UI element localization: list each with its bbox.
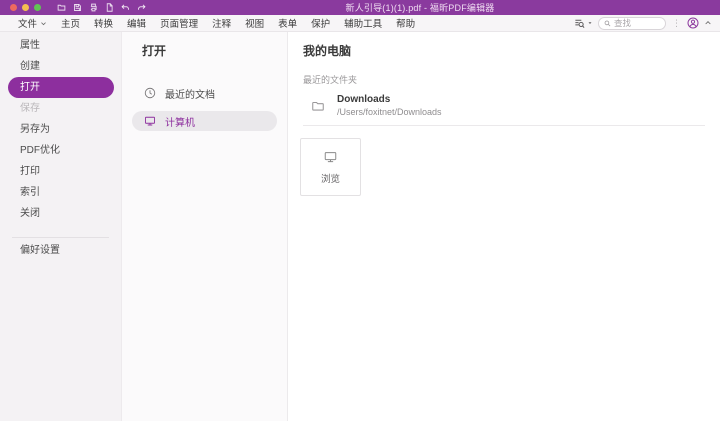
recent-folder-downloads[interactable]: Downloads /Users/foxitnet/Downloads [303,91,705,126]
computer-panel-title: 我的电脑 [303,42,706,59]
sidebar-item-open[interactable]: 打开 [8,77,114,98]
menu-convert[interactable]: 转换 [94,16,113,30]
menu-form[interactable]: 表单 [278,16,297,30]
search-icon [604,20,611,27]
folder-icon [310,99,326,113]
menu-file-label: 文件 [18,16,37,30]
menu-page-organize[interactable]: 页面管理 [160,16,198,30]
search-field[interactable] [598,17,666,30]
sidebar-item-pdf-optimize[interactable]: PDF优化 [0,140,121,161]
chevron-down-icon [40,20,47,27]
quick-access-toolbar [57,3,146,12]
new-document-icon[interactable] [105,3,114,12]
menu-view[interactable]: 视图 [245,16,264,30]
recent-folders-label: 最近的文件夹 [303,73,706,86]
file-sidebar: 属性 创建 打开 保存 另存为 PDF优化 打印 索引 关闭 偏好设置 [0,32,122,421]
zoom-window-button[interactable] [34,4,41,11]
folder-name: Downloads [337,94,442,105]
menu-items: 文件 主页 转换 编辑 页面管理 注释 视图 表单 保护 辅助工具 帮助 [18,16,415,30]
menu-comment[interactable]: 注释 [212,16,231,30]
menu-protect[interactable]: 保护 [311,16,330,30]
menu-home[interactable]: 主页 [61,16,80,30]
account-avatar-icon[interactable] [687,17,699,29]
sidebar-item-save: 保存 [0,98,121,119]
redo-icon[interactable] [137,3,146,12]
open-panel-title: 打开 [142,42,287,59]
undo-icon[interactable] [121,3,130,12]
sidebar-item-save-as[interactable]: 另存为 [0,119,121,140]
backstage-view: 属性 创建 打开 保存 另存为 PDF优化 打印 索引 关闭 偏好设置 打开 最… [0,32,720,421]
sidebar-item-properties[interactable]: 属性 [0,35,121,56]
collapse-toolbar-button[interactable] [704,19,712,27]
sidebar-item-print[interactable]: 打印 [0,161,121,182]
find-replace-icon [574,18,585,29]
find-replace-button[interactable] [574,18,593,29]
menu-accessibility-tools[interactable]: 辅助工具 [344,16,382,30]
sidebar-item-close[interactable]: 关闭 [0,203,121,224]
folder-path: /Users/foxitnet/Downloads [337,107,442,117]
open-location-list: 最近的文档 计算机 [122,83,287,131]
open-item-computer[interactable]: 计算机 [132,111,277,131]
traffic-lights [10,4,41,11]
sidebar-item-preferences[interactable]: 偏好设置 [0,240,121,261]
open-folder-icon[interactable] [57,3,66,12]
menu-bar: 文件 主页 转换 编辑 页面管理 注释 视图 表单 保护 辅助工具 帮助 ⋮ [0,15,720,32]
menu-help[interactable]: 帮助 [396,16,415,30]
chevron-up-icon [704,19,712,27]
save-icon[interactable] [73,3,82,12]
menubar-right: ⋮ [574,17,712,30]
computer-panel: 我的电脑 最近的文件夹 Downloads /Users/foxitnet/Do… [288,32,720,421]
search-input[interactable] [614,18,660,28]
sidebar-item-create[interactable]: 创建 [0,56,121,77]
menu-file[interactable]: 文件 [18,16,47,30]
minimize-window-button[interactable] [22,4,29,11]
window-title: 新人引导(1)(1).pdf - 福昕PDF编辑器 [345,1,494,14]
titlebar: 新人引导(1)(1).pdf - 福昕PDF编辑器 [0,0,720,15]
open-item-recent-documents[interactable]: 最近的文档 [132,83,277,103]
monitor-icon [322,150,339,164]
menu-edit[interactable]: 编辑 [127,16,146,30]
dropdown-caret-icon [587,20,593,26]
monitor-icon [144,115,156,127]
folder-row-text: Downloads /Users/foxitnet/Downloads [337,94,442,117]
close-window-button[interactable] [10,4,17,11]
open-panel: 打开 最近的文档 计算机 [122,32,288,421]
sidebar-item-index[interactable]: 索引 [0,182,121,203]
sidebar-divider [12,237,109,238]
more-options-icon[interactable]: ⋮ [671,19,682,28]
clock-icon [144,87,156,99]
browse-button[interactable]: 浏览 [300,138,361,196]
browse-label: 浏览 [321,171,340,185]
print-icon[interactable] [89,3,98,12]
